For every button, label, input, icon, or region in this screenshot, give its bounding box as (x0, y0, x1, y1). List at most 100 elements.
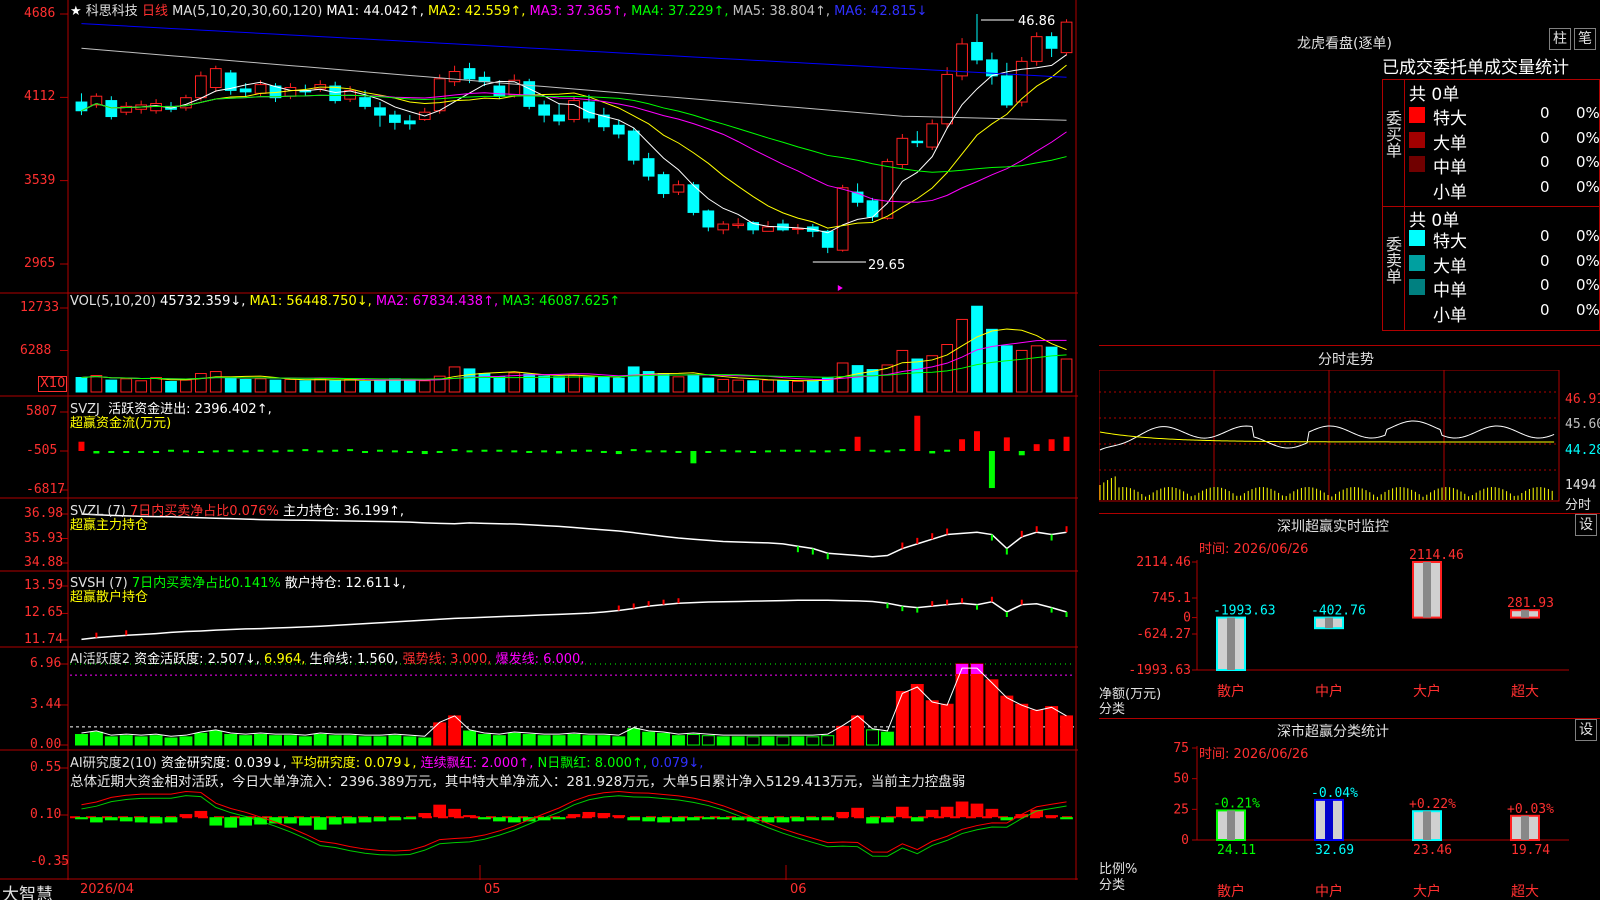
fundflow-bar (466, 450, 473, 453)
buy-row: 特大 0 0% (1409, 104, 1600, 129)
svzj-subtitle: 超赢资金流(万元) (70, 416, 172, 431)
activity-bar (701, 735, 715, 746)
svsh-ytick-1: 12.65 (24, 605, 64, 621)
intraday-chart[interactable] (1099, 370, 1600, 510)
legend-swatch (1409, 254, 1425, 271)
buy-row-percent: 0% (1576, 153, 1600, 171)
buy-row-label: 特大 (1433, 109, 1467, 129)
fl-val-3: 19.74 (1511, 843, 1550, 858)
period-label[interactable]: 日线 (142, 4, 168, 19)
fl-bar-shade (1423, 811, 1431, 840)
volume-bar (1045, 346, 1058, 393)
fundflow-bar (600, 450, 607, 453)
legend-swatch (1409, 230, 1425, 246)
sz-bar-label-0: -1993.63 (1213, 604, 1276, 619)
candle-body (194, 75, 207, 99)
fundflow-bar (93, 451, 100, 454)
intraday-title[interactable]: 分时走势 (1318, 349, 1374, 369)
svsh-value: 散户持仓: 12.611↓, (284, 576, 406, 591)
sz-ytick-1: 745.1 (1152, 591, 1191, 606)
date-label-1: 05 (484, 882, 501, 897)
candle-body (329, 85, 342, 102)
sz-cat-2: 大户 (1413, 683, 1441, 700)
activity-bar (880, 731, 894, 746)
candle-body (209, 68, 222, 89)
activity-bar (269, 735, 282, 746)
candle-body (941, 73, 954, 125)
fundflow-bar (1033, 444, 1040, 451)
research-bar (463, 815, 476, 818)
volume-bar (284, 378, 297, 393)
sz-bar-shade (1325, 617, 1333, 629)
candle-body (1045, 36, 1058, 49)
sz-ytick-2: 0 (1183, 611, 1191, 626)
candle-body (672, 184, 685, 193)
fundflow-bar (809, 450, 816, 453)
activity-bar (1000, 695, 1014, 746)
activity-bar (597, 735, 611, 746)
sz-cat-0: 散户 (1217, 683, 1245, 700)
ma5-value: MA5: 38.804↑, (732, 4, 831, 19)
ma-header: MA(5,10,20,30,60,120) (172, 4, 323, 19)
order-stats-tab[interactable]: 已成交委托单成交量统计 (1382, 53, 1569, 78)
volume-bar (120, 378, 133, 393)
vol-ytick-0: 12733 (20, 300, 60, 315)
main-ytick-3: 2965 (24, 256, 56, 271)
fundflow-bar (332, 449, 339, 452)
candle-body (762, 226, 774, 232)
ma1-value: MA1: 44.042↑, (326, 4, 424, 19)
main-holding-line (81, 513, 1067, 558)
fl-ytick-2: 25 (1173, 802, 1189, 817)
research-bar (433, 804, 447, 818)
sell-row-percent: 0% (1576, 227, 1600, 245)
volume-bar (224, 376, 237, 393)
candle-body (702, 210, 715, 228)
volume-bar (672, 376, 685, 393)
svzl-value: 主力持仓: 36.199↑, (282, 504, 404, 519)
research-bar (806, 817, 820, 821)
candle-body (254, 84, 267, 94)
vol-unit-label[interactable]: X10 (38, 376, 68, 392)
research-bar (478, 817, 491, 820)
volume-bar (538, 375, 551, 393)
fl-xlabel: 分类 (1099, 878, 1126, 893)
sz-net-chart: 2114.46 745.1 0-624.27 -1993.63 -1993.63 散户 -4… (1128, 548, 1569, 700)
fl-cat-2: 大户 (1413, 883, 1441, 900)
fundflow-bar (138, 450, 145, 453)
volume-bar (732, 379, 745, 393)
star-icon[interactable]: ★ (70, 4, 82, 19)
activity-bar (134, 736, 148, 746)
sz-bar-shade (1423, 562, 1431, 618)
activity-bar (642, 731, 656, 746)
activity-bar (672, 735, 685, 746)
fundflow-bar (168, 449, 174, 452)
fundflow-bar (556, 451, 563, 454)
sz-ytick-0: 2114.46 (1136, 555, 1191, 570)
fl-chg-0: -0.21% (1213, 796, 1260, 811)
volume-bar (90, 375, 103, 393)
fl-bar-shade (1325, 799, 1333, 840)
volume-bar (1000, 345, 1013, 393)
bar-mode-button[interactable]: 柱 (1549, 28, 1571, 50)
tick-mode-button[interactable]: 笔 (1574, 28, 1596, 50)
research-bar (582, 811, 596, 818)
volume-bar (941, 344, 954, 393)
buy-row-label: 中单 (1433, 158, 1467, 178)
sell-orders-label: 委卖单 (1383, 236, 1402, 284)
fundflow-bar (302, 449, 309, 452)
volume-bars (75, 305, 1073, 393)
research-bar (896, 806, 909, 818)
research-bar (448, 808, 461, 818)
activity-bar (209, 730, 223, 746)
volume-bar (135, 380, 148, 393)
buy-row-count: 0 (1540, 104, 1550, 122)
vol-ytick-1: 6288 (20, 342, 52, 358)
fundflow-bar (720, 449, 727, 452)
cursor-marker (837, 285, 843, 291)
activity-bar (164, 737, 178, 746)
activity-bar (895, 690, 909, 746)
ai1-ytick-0: 6.96 (30, 656, 62, 671)
activity-bar (985, 679, 999, 746)
research-bar (672, 817, 685, 822)
ai1-burst: 爆发线: 6.000, (495, 652, 585, 667)
